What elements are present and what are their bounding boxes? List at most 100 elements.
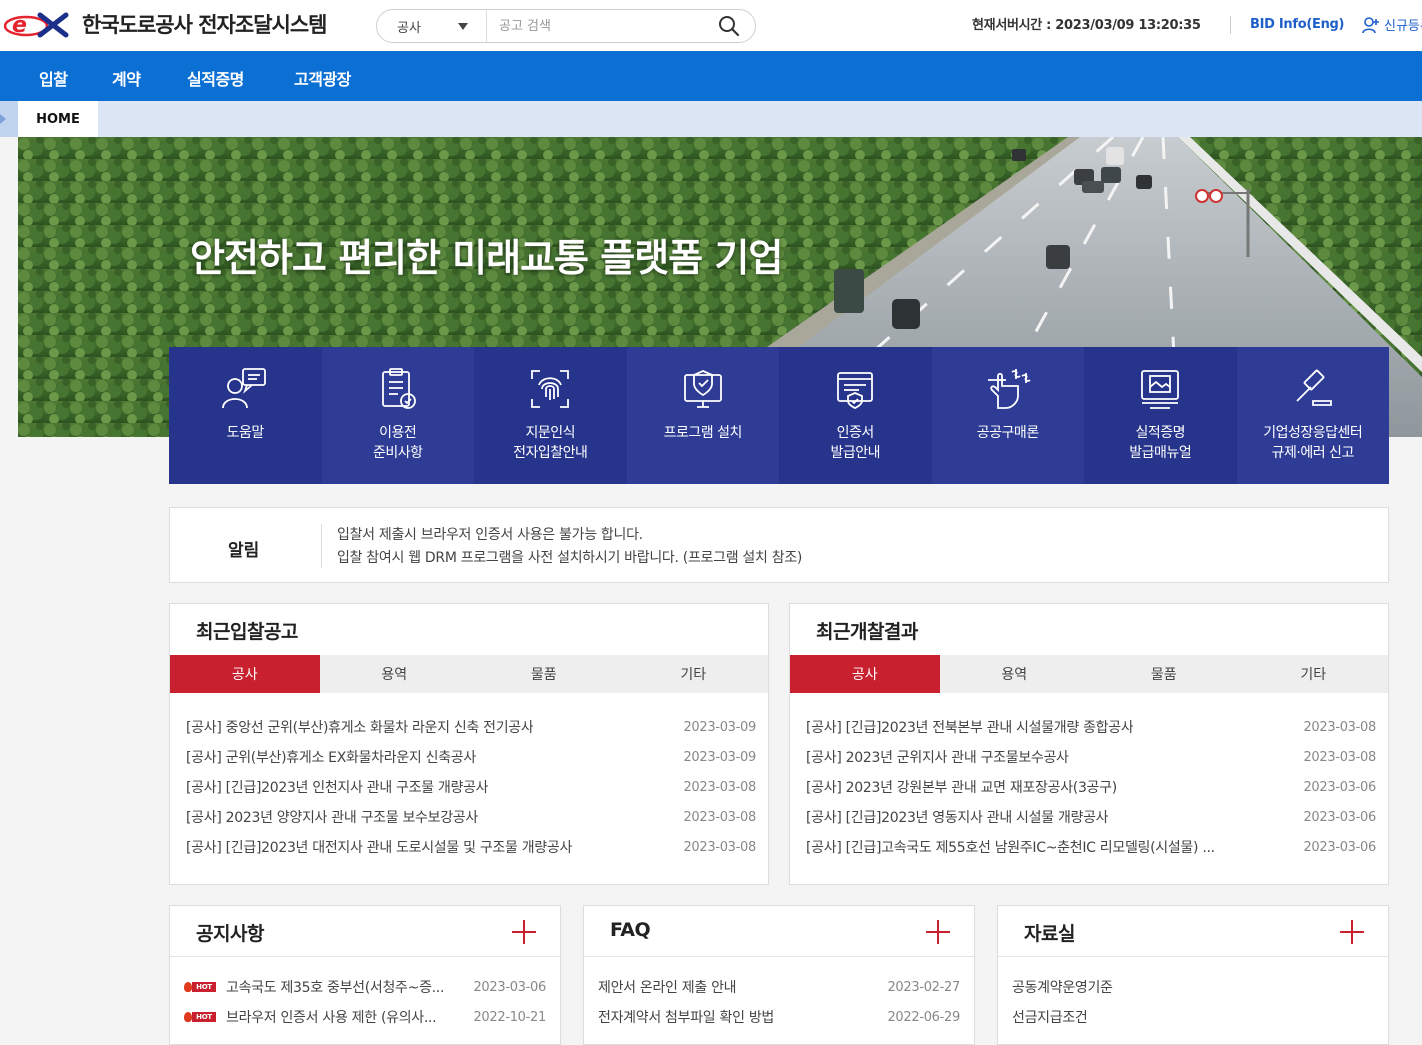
panel-title: 공지사항: [196, 923, 264, 945]
list-item-date: 2022-10-21: [473, 1009, 546, 1025]
tab-construction[interactable]: 공사: [170, 655, 320, 693]
list-item[interactable]: [공사] 2023년 군위지사 관내 구조물보수공사 2023-03-08: [806, 742, 1376, 772]
quick-item-certificate[interactable]: 인증서 발급안내: [779, 347, 932, 484]
site-logo[interactable]: e 한국도로공사 전자조달시스템: [4, 9, 327, 39]
alert-line: 입찰 참여시 웹 DRM 프로그램을 사전 설치하시기 바랍니다. (프로그램 …: [337, 550, 803, 566]
faq-panel: FAQ 제안서 온라인 제출 안내 2023-02-27 전자계약서 첨부파일 …: [583, 905, 975, 1045]
list-item-date: 2023-03-09: [683, 719, 756, 735]
quick-item-performance-manual[interactable]: 실적증명 발급매뉴얼: [1084, 347, 1237, 484]
list-item[interactable]: 공동계약운영기준: [1012, 972, 1374, 1002]
quick-item-growth-center[interactable]: 기업성장응답센터 규제·에러 신고: [1236, 347, 1389, 484]
recent-results-list: [공사] [긴급]2023년 전북본부 관내 시설물개량 종합공사 2023-03…: [806, 712, 1376, 862]
server-time: 현재서버시간 : 2023/03/09 13:20:35: [972, 18, 1201, 33]
list-item[interactable]: [공사] 군위(부산)휴게소 EX화물차라운지 신축공사 2023-03-09: [186, 742, 756, 772]
nav-item-contract[interactable]: 계약: [112, 66, 141, 90]
nav-item-performance[interactable]: 실적증명: [187, 66, 244, 90]
list-item[interactable]: [공사] [긴급]2023년 영동지사 관내 시설물 개량공사 2023-03-0…: [806, 802, 1376, 832]
checklist-icon: [381, 368, 416, 409]
nav-item-customer[interactable]: 고객광장: [294, 66, 351, 90]
panel-header: 공지사항: [170, 906, 560, 957]
list-item[interactable]: [공사] [긴급]고속국도 제55호선 남원주IC~춘천IC 리모델링(시설물)…: [806, 832, 1376, 862]
list-item[interactable]: [공사] [긴급]2023년 대전지사 관내 도로시설물 및 구조물 개량공사 2…: [186, 832, 756, 862]
screen-manual-icon: [1141, 370, 1180, 409]
list-item-date: 2023-03-08: [683, 809, 756, 825]
divider: [321, 524, 322, 568]
list-item[interactable]: [공사] [긴급]2023년 전북본부 관내 시설물개량 종합공사 2023-03…: [806, 712, 1376, 742]
breadcrumb-home[interactable]: HOME: [18, 101, 98, 137]
signup-label: 신규등록: [1384, 19, 1422, 34]
list-item[interactable]: [공사] [긴급]2023년 인천지사 관내 구조물 개량공사 2023-03-0…: [186, 772, 756, 802]
signup-link[interactable]: 신규등록: [1362, 15, 1422, 34]
quick-item-program-install[interactable]: 프로그램 설치: [626, 347, 779, 484]
list-item[interactable]: [공사] 2023년 강원본부 관내 교면 재포장공사(3공구) 2023-03-…: [806, 772, 1376, 802]
panel-title: 자료실: [1024, 923, 1075, 945]
quick-item-label: 공공구매론: [976, 425, 1039, 441]
list-item-title: [공사] 2023년 양양지사 관내 구조물 보수보강공사: [186, 810, 478, 826]
gavel-icon: [1296, 369, 1332, 406]
list-item[interactable]: HOT 고속국도 제35호 중부선(서청주~증... 2023-03-06: [184, 972, 546, 1002]
nav-item-bid[interactable]: 입찰: [39, 66, 68, 90]
tab-goods[interactable]: 물품: [1089, 655, 1239, 693]
quick-item-preparation[interactable]: 이용전 준비사항: [321, 347, 474, 484]
quick-item-label: 지문인식 전자입찰안내: [513, 425, 588, 461]
alert-title: 알림: [228, 541, 260, 561]
list-item-title: [공사] [긴급]2023년 전북본부 관내 시설물개량 종합공사: [806, 720, 1134, 736]
fingerprint-icon: [531, 370, 570, 408]
quick-menu: 도움말 이용전 준비사항 지문인식 전자입찰안내 프로그램 설치 인증서 발급안…: [169, 347, 1389, 484]
quick-item-public-purchase[interactable]: 공공구매론: [931, 347, 1084, 484]
list-item-date: 2023-03-09: [683, 749, 756, 765]
recent-results-panel: 최근개찰결과 공사 용역 물품 기타 [공사] [긴급]2023년 전북본부 관…: [789, 603, 1389, 885]
hot-badge-icon: HOT: [184, 981, 218, 993]
more-plus-icon[interactable]: [1340, 920, 1364, 944]
list-item[interactable]: HOT 브라우저 인증서 사용 제한 (유의사... 2022-10-21: [184, 1002, 546, 1032]
list-item[interactable]: [공사] 중앙선 군위(부산)휴게소 화물차 라운지 신축 전기공사 2023-0…: [186, 712, 756, 742]
search-category-select[interactable]: 공사: [377, 10, 487, 42]
list-item-date: 2023-03-06: [1303, 839, 1376, 855]
list-item-title: [공사] 2023년 군위지사 관내 구조물보수공사: [806, 750, 1069, 766]
list-item-title: 고속국도 제35호 중부선(서청주~증...: [226, 980, 445, 996]
list-item[interactable]: 제안서 온라인 제출 안내 2023-02-27: [598, 972, 960, 1002]
search-icon: [719, 16, 740, 37]
panel-title: FAQ: [610, 919, 651, 941]
main-nav: 입찰 계약 실적증명 고객광장: [0, 51, 1422, 101]
panel-title: 최근개찰결과: [816, 621, 918, 643]
list-item-title: [공사] [긴급]고속국도 제55호선 남원주IC~춘천IC 리모델링(시설물)…: [806, 840, 1215, 856]
recent-bids-list: [공사] 중앙선 군위(부산)휴게소 화물차 라운지 신축 전기공사 2023-0…: [186, 712, 756, 862]
bid-info-eng-link[interactable]: BID Info(Eng): [1250, 17, 1344, 32]
user-add-icon: [1362, 16, 1379, 33]
recent-bids-tabs: 공사 용역 물품 기타: [170, 655, 768, 693]
tab-etc[interactable]: 기타: [1239, 655, 1389, 693]
quick-item-fingerprint[interactable]: 지문인식 전자입찰안내: [474, 347, 627, 484]
quick-item-label: 실적증명 발급매뉴얼: [1129, 425, 1192, 461]
list-item-date: 2023-03-08: [683, 839, 756, 855]
more-plus-icon[interactable]: [926, 920, 950, 944]
search-box: 공사: [376, 9, 756, 43]
list-item-title: [공사] [긴급]2023년 영동지사 관내 시설물 개량공사: [806, 810, 1109, 826]
list-item-title: [공사] [긴급]2023년 대전지사 관내 도로시설물 및 구조물 개량공사: [186, 840, 573, 856]
logo-text: 한국도로공사 전자조달시스템: [82, 13, 327, 37]
hero-title: 안전하고 편리한 미래교통 플랫폼 기업: [190, 236, 783, 280]
list-item[interactable]: 선금지급조건: [1012, 1002, 1374, 1032]
tab-construction[interactable]: 공사: [790, 655, 940, 693]
more-plus-icon[interactable]: [512, 920, 536, 944]
tab-goods[interactable]: 물품: [469, 655, 619, 693]
certificate-icon: [837, 372, 874, 409]
faq-list: 제안서 온라인 제출 안내 2023-02-27 전자계약서 첨부파일 확인 방…: [598, 972, 960, 1032]
list-item-date: 2023-03-08: [1303, 719, 1376, 735]
list-item[interactable]: [공사] 2023년 양양지사 관내 구조물 보수보강공사 2023-03-08: [186, 802, 756, 832]
search-input[interactable]: [487, 10, 703, 42]
panel-header: 자료실: [998, 906, 1388, 957]
tab-service[interactable]: 용역: [320, 655, 470, 693]
quick-item-label: 프로그램 설치: [663, 425, 743, 441]
list-item[interactable]: 전자계약서 첨부파일 확인 방법 2022-06-29: [598, 1002, 960, 1032]
tab-service[interactable]: 용역: [940, 655, 1090, 693]
tab-etc[interactable]: 기타: [619, 655, 769, 693]
quick-item-help[interactable]: 도움말: [169, 347, 322, 484]
ex-logo-icon: e: [4, 12, 69, 38]
quick-item-label: 인증서 발급안내: [830, 425, 881, 461]
quick-item-label: 기업성장응답센터 규제·에러 신고: [1263, 425, 1363, 461]
monitor-shield-icon: [683, 370, 722, 408]
search-button[interactable]: [703, 10, 755, 42]
hand-money-icon: [987, 369, 1031, 409]
list-item-title: [공사] 군위(부산)휴게소 EX화물차라운지 신축공사: [186, 750, 476, 766]
